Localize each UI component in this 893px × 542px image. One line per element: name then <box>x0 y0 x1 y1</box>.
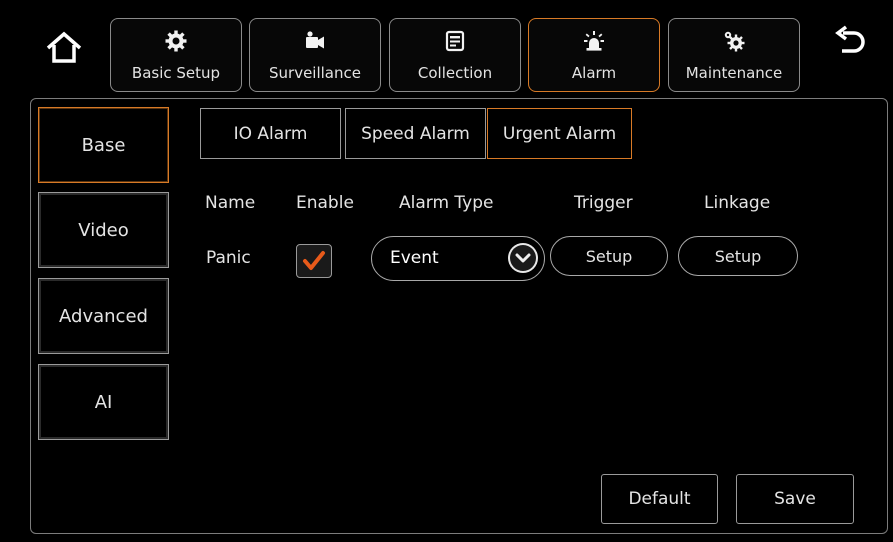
tab-surveillance[interactable]: Surveillance <box>249 18 381 92</box>
button-label: Default <box>628 489 691 509</box>
document-icon <box>445 30 465 52</box>
button-label: Save <box>774 489 816 509</box>
column-header-linkage: Linkage <box>704 193 771 213</box>
checkmark-icon <box>303 251 325 270</box>
top-navigation-bar: Basic Setup Surveillance Collection Alar… <box>0 0 893 100</box>
tab-collection[interactable]: Collection <box>389 18 521 92</box>
sidebar-item-label: AI <box>94 391 113 413</box>
sidebar-item-ai[interactable]: AI <box>38 364 169 440</box>
alarm-type-value: Event <box>390 248 439 268</box>
subtab-io-alarm[interactable]: IO Alarm <box>200 108 341 159</box>
subtab-label: IO Alarm <box>233 123 308 144</box>
sidebar-item-video[interactable]: Video <box>38 192 169 268</box>
subtab-urgent-alarm[interactable]: Urgent Alarm <box>487 108 632 159</box>
dropdown-button[interactable] <box>508 243 538 273</box>
chevron-down-icon <box>510 245 536 271</box>
tab-basic-setup[interactable]: Basic Setup <box>110 18 242 92</box>
tab-label: Maintenance <box>685 64 783 82</box>
tab-label: Collection <box>417 64 493 82</box>
sidebar-item-label: Video <box>78 219 129 241</box>
alarm-row-name: Panic <box>206 248 251 268</box>
sidebar-item-advanced[interactable]: Advanced <box>38 278 169 354</box>
subtab-label: Speed Alarm <box>361 123 470 144</box>
sidebar-item-base[interactable]: Base <box>38 107 169 183</box>
back-arrow-icon <box>835 25 865 53</box>
button-label: Setup <box>714 246 762 266</box>
alarm-type-select[interactable]: Event <box>371 236 545 281</box>
camera-icon <box>306 31 324 49</box>
save-button[interactable]: Save <box>736 474 854 524</box>
linkage-setup-button[interactable]: Setup <box>678 236 798 276</box>
column-header-trigger: Trigger <box>574 193 633 213</box>
back-button[interactable] <box>832 24 868 60</box>
home-button[interactable] <box>44 28 84 68</box>
column-header-alarm-type: Alarm Type <box>399 193 494 213</box>
tab-alarm[interactable]: Alarm <box>528 18 660 92</box>
maintenance-gears-icon <box>724 31 745 52</box>
tab-label: Surveillance <box>269 64 361 82</box>
button-label: Setup <box>585 246 633 266</box>
gear-icon <box>165 30 187 52</box>
enable-checkbox[interactable] <box>296 244 332 278</box>
tab-label: Basic Setup <box>131 64 221 82</box>
tab-maintenance[interactable]: Maintenance <box>668 18 800 92</box>
subtab-label: Urgent Alarm <box>502 123 617 144</box>
sidebar-item-label: Advanced <box>59 305 148 327</box>
tab-label: Alarm <box>571 64 617 82</box>
trigger-setup-button[interactable]: Setup <box>550 236 668 276</box>
default-button[interactable]: Default <box>601 474 718 524</box>
sidebar-item-label: Base <box>81 134 126 156</box>
column-header-name: Name <box>205 193 256 213</box>
column-header-enable: Enable <box>296 193 354 213</box>
home-icon <box>46 31 82 63</box>
alarm-light-icon <box>584 31 604 51</box>
subtab-speed-alarm[interactable]: Speed Alarm <box>345 108 486 159</box>
